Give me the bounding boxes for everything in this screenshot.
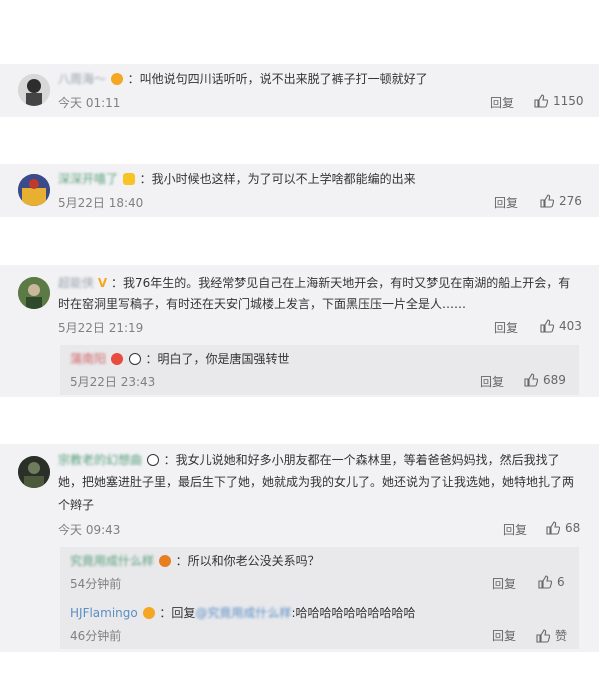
vip-badge-icon <box>142 607 155 619</box>
avatar[interactable] <box>18 277 50 309</box>
vip-badge-icon <box>158 555 171 567</box>
reply-text: 蒲南阳 ：明白了，你是唐国强转世 <box>70 349 290 369</box>
thumb-up-icon <box>534 94 548 108</box>
vip-badge-icon <box>110 73 123 85</box>
comment-body-line: ：我女儿说她和好多小朋友都在一个森林里，等着爸爸妈妈找，然后我找了 <box>163 453 560 467</box>
thumb-up-icon <box>540 319 554 333</box>
reply-text: 究竟用成什么样 ：所以和你老公没关系吗？ <box>70 551 320 571</box>
thumb-up-icon <box>524 373 538 387</box>
comment-body-line: ：我76年生的。我经常梦见自己在上海新天地开会，有时又梦见在南湖的船上开会，有 <box>110 276 571 290</box>
username[interactable]: 蒲南阳 <box>70 352 106 366</box>
reply-text: HJFlamingo ：回复@究竟用成什么样:哈哈哈哈哈哈哈哈哈哈 <box>70 603 415 623</box>
timestamp: 5月22日 23:43 <box>70 375 156 389</box>
thumb-up-icon <box>536 628 550 643</box>
comment-body-line: 时在窑洞里写稿子，有时还在天安门城楼上发言，下面黑压压一片全是人…… <box>58 297 467 311</box>
comment-body: ：我小时候也这样，为了可以不上学啥都能编的出来 <box>139 172 416 186</box>
panda-emoji-icon <box>128 353 141 365</box>
avatar[interactable] <box>18 174 50 206</box>
thumb-up-icon <box>546 521 560 535</box>
like-count: 6 <box>557 575 565 589</box>
thumb-up-icon <box>538 575 552 589</box>
timestamp: 5月22日 18:40 <box>58 196 144 210</box>
avatar[interactable] <box>18 456 50 488</box>
username[interactable]: 超能侠 <box>58 276 94 290</box>
comment-card: 八周海～ ：叫他说句四川话听听，说不出来脱了裤子打一顿就好了 今天 01:11 … <box>0 64 599 117</box>
comment-text: 宗教老的幻想曲 ：我女儿说她和好多小朋友都在一个森林里，等着爸爸妈妈找，然后我找… <box>58 450 560 470</box>
reply-button[interactable]: 回复 <box>503 521 527 538</box>
thumb-up-icon <box>540 194 554 208</box>
mention-link[interactable]: @究竟用成什么样 <box>195 606 291 620</box>
comment-body-line: 她，把她塞进肚子里，最后生下了她，她就成为我的女儿了。她还说为了让我选她，她特地… <box>58 475 575 489</box>
timestamp: 今天 01:11 <box>58 96 121 110</box>
comment-card: 宗教老的幻想曲 ：我女儿说她和好多小朋友都在一个森林里，等着爸爸妈妈找，然后我找… <box>0 444 599 652</box>
comment-body: ：叫他说句四川话听听，说不出来脱了裤子打一顿就好了 <box>127 72 428 86</box>
like-button[interactable]: 1150 <box>534 94 584 108</box>
avatar[interactable] <box>18 74 50 106</box>
sub-reply: 蒲南阳 ：明白了，你是唐国强转世 5月22日 23:43 回复 689 <box>60 345 579 395</box>
username[interactable]: 深深开嘻了 <box>58 172 118 186</box>
comment-body-line: 个辫子 <box>58 498 95 512</box>
sub-reply: 究竟用成什么样 ：所以和你老公没关系吗？ 54分钟前 回复 6 HJFlamin… <box>60 547 579 649</box>
username[interactable]: 八周海～ <box>58 72 106 86</box>
reply-button[interactable]: 回复 <box>492 627 516 644</box>
username[interactable]: 宗教老的幻想曲 <box>58 453 142 467</box>
comment-card: 超能侠 V ：我76年生的。我经常梦见自己在上海新天地开会，有时又梦见在南湖的船… <box>0 265 599 397</box>
reply-body: :哈哈哈哈哈哈哈哈哈哈 <box>291 606 416 620</box>
like-button[interactable]: 689 <box>524 373 566 387</box>
reply-button[interactable]: 回复 <box>492 575 516 592</box>
like-button[interactable]: 68 <box>546 521 580 535</box>
reply-body: ：明白了，你是唐国强转世 <box>145 352 290 366</box>
username[interactable]: 究竟用成什么样 <box>70 554 154 568</box>
like-count: 689 <box>543 373 566 387</box>
comment-card: 深深开嘻了 ：我小时候也这样，为了可以不上学啥都能编的出来 5月22日 18:4… <box>0 164 599 217</box>
like-button[interactable]: 6 <box>538 575 565 589</box>
like-count: 68 <box>565 521 581 535</box>
like-button[interactable]: 276 <box>540 194 582 208</box>
comment-text: 八周海～ ：叫他说句四川话听听，说不出来脱了裤子打一顿就好了 <box>58 69 428 89</box>
comment-text: 超能侠 V ：我76年生的。我经常梦见自己在上海新天地开会，有时又梦见在南湖的船… <box>58 273 570 293</box>
like-button[interactable]: 403 <box>540 319 582 333</box>
comment-text: 深深开嘻了 ：我小时候也这样，为了可以不上学啥都能编的出来 <box>58 169 416 189</box>
reply-button[interactable]: 回复 <box>494 194 518 211</box>
vip-badge-icon <box>122 173 135 185</box>
like-button[interactable]: 赞 <box>536 627 567 644</box>
vip-badge-icon: V <box>97 276 108 290</box>
timestamp: 54分钟前 <box>70 577 122 591</box>
vip-badge-icon <box>110 353 123 365</box>
timestamp: 今天 09:43 <box>58 523 121 537</box>
like-count: 403 <box>559 319 582 333</box>
username[interactable]: HJFlamingo <box>70 606 138 620</box>
reply-button[interactable]: 回复 <box>490 94 514 111</box>
reply-button[interactable]: 回复 <box>494 319 518 336</box>
reply-prefix: ：回复 <box>159 606 196 620</box>
like-label: 赞 <box>555 629 568 643</box>
like-count: 276 <box>559 194 582 208</box>
like-count: 1150 <box>553 94 584 108</box>
reply-button[interactable]: 回复 <box>480 373 504 390</box>
timestamp: 5月22日 21:19 <box>58 321 144 335</box>
reply-body: ：所以和你老公没关系吗？ <box>175 554 320 568</box>
timestamp: 46分钟前 <box>70 629 122 643</box>
panda-emoji-icon <box>146 454 159 466</box>
